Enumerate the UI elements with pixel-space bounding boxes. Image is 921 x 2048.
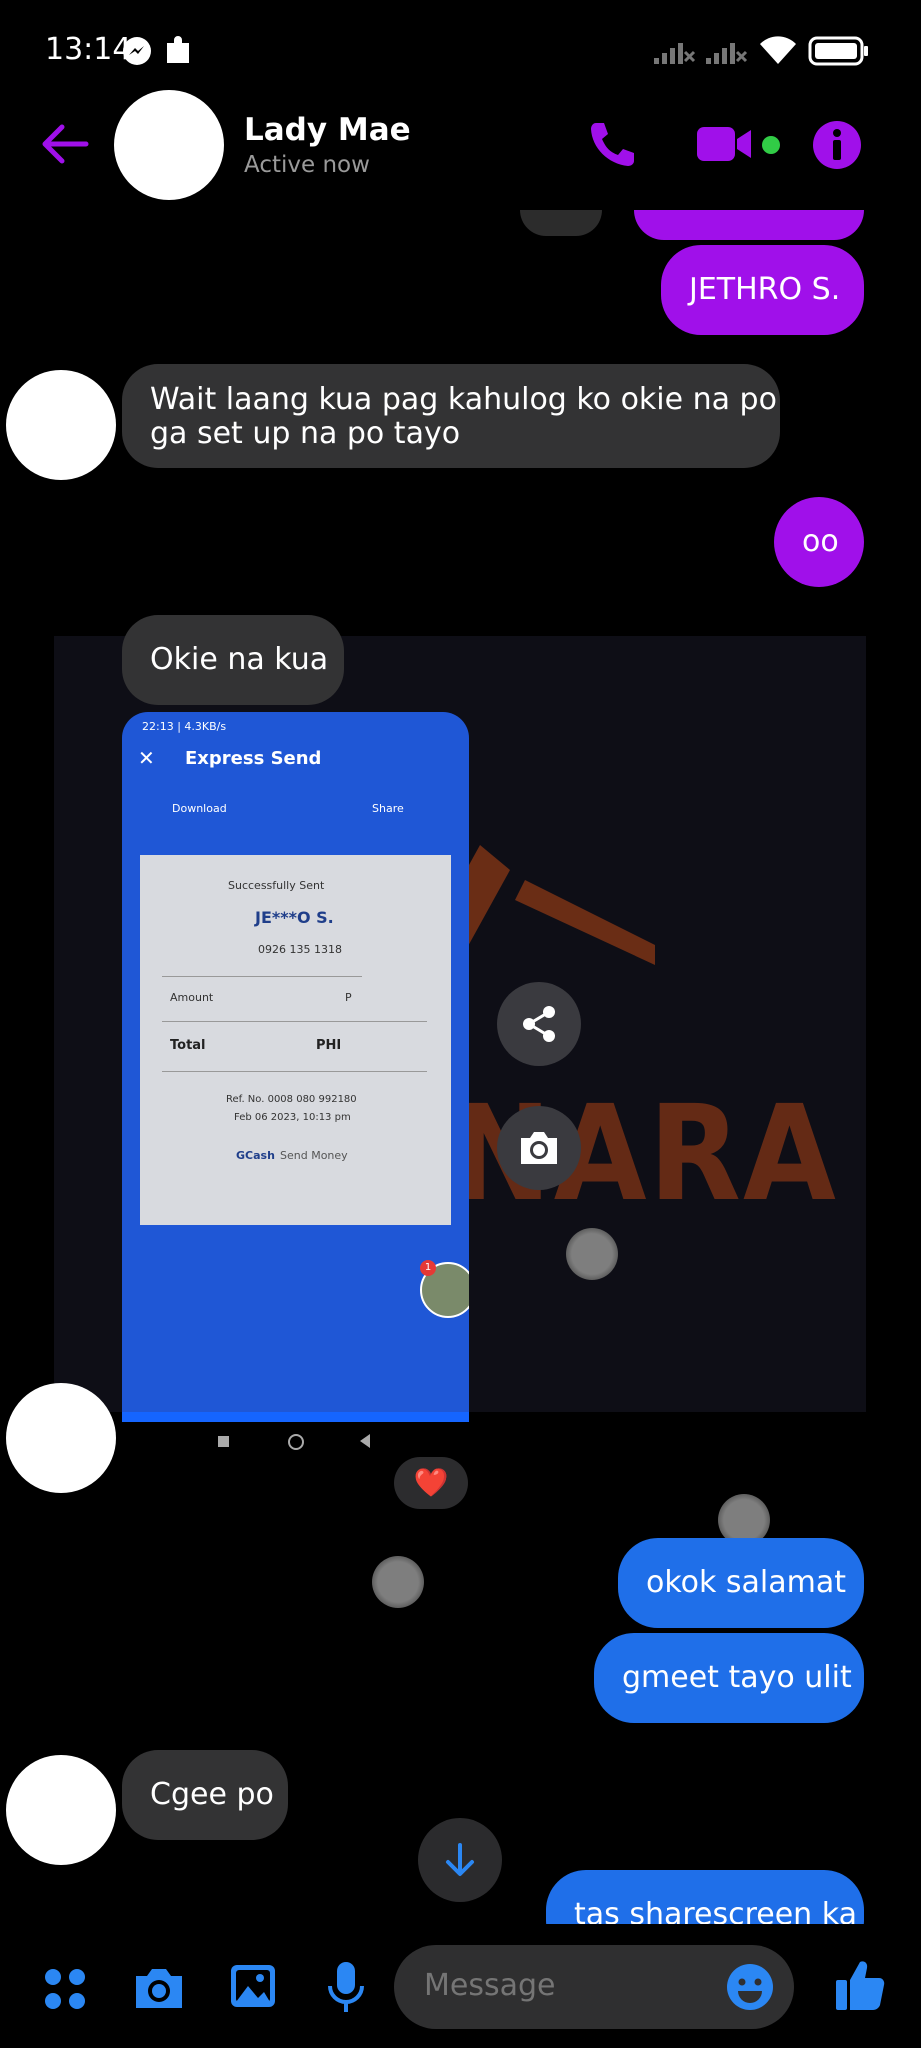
back-arrow-icon[interactable] bbox=[40, 122, 90, 166]
like-icon[interactable] bbox=[834, 1958, 886, 2012]
message-bubble-sent-oo[interactable]: oo bbox=[774, 497, 864, 587]
info-icon[interactable] bbox=[812, 120, 862, 170]
success-text: Successfully Sent bbox=[228, 879, 325, 892]
message-bubble-partial[interactable] bbox=[634, 210, 864, 240]
messenger-icon bbox=[123, 37, 151, 65]
transaction-date: Feb 06 2023, 10:13 pm bbox=[234, 1112, 351, 1123]
seen-avatar-partial bbox=[520, 210, 602, 236]
message-bubble-received-okie[interactable]: Okie na kua bbox=[122, 615, 344, 705]
message-bubble-sent-partial-clip: tas sharescreen ka bbox=[546, 1870, 864, 1924]
phone-status-text: 22:13 | 4.3KB/s bbox=[142, 720, 227, 733]
signal-1-icon bbox=[654, 43, 696, 64]
message-bubble-sent-partial[interactable]: tas sharescreen ka bbox=[546, 1870, 864, 1924]
recipient-phone: 0926 135 1318 bbox=[258, 943, 342, 956]
message-bubble-received-cgee[interactable]: Cgee po bbox=[122, 1750, 288, 1840]
status-time: 13:14 bbox=[45, 32, 132, 67]
share-label: Share bbox=[372, 802, 404, 815]
receipt-divider bbox=[162, 976, 362, 977]
send-money-text: Send Money bbox=[280, 1149, 348, 1162]
message-bubble-sent-gmeet[interactable]: gmeet tayo ulit bbox=[594, 1633, 864, 1723]
reaction-heart[interactable]: ❤️ bbox=[394, 1457, 468, 1509]
sender-avatar[interactable] bbox=[6, 1755, 116, 1865]
camera-icon[interactable] bbox=[132, 1964, 186, 2012]
touch-indicator bbox=[566, 1228, 618, 1280]
sender-avatar[interactable] bbox=[6, 1383, 116, 1493]
message-text: tas sharescreen ka bbox=[574, 1897, 857, 1925]
message-text: oo bbox=[802, 524, 839, 559]
message-text: okok salamat bbox=[646, 1565, 847, 1600]
scroll-to-bottom-button[interactable] bbox=[418, 1818, 502, 1902]
download-label: Download bbox=[172, 802, 227, 815]
receipt-card: Successfully Sent JE***O S. 0926 135 131… bbox=[140, 855, 451, 1225]
puzzle-icon bbox=[167, 36, 189, 63]
apps-menu-icon[interactable] bbox=[42, 1966, 88, 2012]
back-nav-icon bbox=[360, 1434, 370, 1448]
notification-badge: 1 bbox=[420, 1260, 436, 1276]
camera-icon bbox=[521, 1132, 557, 1164]
touch-indicator bbox=[372, 1556, 424, 1608]
message-bubble-sent-okok[interactable]: okok salamat bbox=[618, 1538, 864, 1628]
arrow-down-icon bbox=[446, 1843, 474, 1876]
total-value: PHI bbox=[316, 1038, 342, 1053]
ref-number: Ref. No. 0008 080 992180 bbox=[226, 1094, 357, 1105]
total-label: Total bbox=[170, 1038, 206, 1053]
battery-icon bbox=[808, 36, 868, 66]
receipt-divider bbox=[162, 1021, 427, 1022]
message-text-line-1: Wait laang kua pag kahulog ko okie na po bbox=[150, 382, 777, 417]
signal-2-icon bbox=[706, 43, 748, 64]
message-text-line-2: ga set up na po tayo bbox=[150, 416, 461, 451]
receipt-divider bbox=[162, 1071, 427, 1072]
close-icon: ✕ bbox=[138, 746, 155, 770]
online-indicator bbox=[762, 136, 780, 154]
recipient-name: JE***O S. bbox=[255, 908, 334, 927]
phone-call-icon[interactable] bbox=[586, 118, 638, 170]
message-text: JETHRO S. bbox=[689, 272, 841, 307]
presence-status: Active now bbox=[244, 152, 370, 178]
message-text: gmeet tayo ulit bbox=[622, 1660, 852, 1695]
share-icon bbox=[523, 1006, 555, 1042]
message-text: Okie na kua bbox=[150, 642, 329, 677]
heart-emoji: ❤️ bbox=[413, 1466, 449, 1499]
amount-label: Amount bbox=[170, 991, 214, 1004]
message-input[interactable] bbox=[422, 1967, 706, 2004]
contact-name[interactable]: Lady Mae bbox=[244, 112, 411, 148]
receipt-image[interactable]: 22:13 | 4.3KB/s ✕ Express Send Download … bbox=[122, 712, 469, 1422]
camera-capture-button[interactable] bbox=[497, 1106, 581, 1190]
gcash-brand: GCash bbox=[236, 1149, 275, 1162]
message-text: Cgee po bbox=[150, 1777, 274, 1812]
wifi-icon bbox=[760, 36, 796, 64]
microphone-icon[interactable] bbox=[326, 1960, 366, 2014]
recent-apps-icon bbox=[218, 1436, 229, 1447]
contact-avatar[interactable] bbox=[114, 90, 224, 200]
receipt-bottom-bar bbox=[122, 1412, 469, 1422]
message-bubble-received[interactable]: Wait laang kua pag kahulog ko okie na po… bbox=[122, 364, 780, 468]
message-composer[interactable] bbox=[394, 1945, 794, 2029]
receipt-title: Express Send bbox=[185, 748, 322, 769]
video-call-icon[interactable] bbox=[695, 124, 755, 164]
gallery-icon[interactable] bbox=[228, 1962, 278, 2010]
share-button[interactable] bbox=[497, 982, 581, 1066]
home-icon bbox=[288, 1434, 304, 1450]
sender-avatar[interactable] bbox=[6, 370, 116, 480]
amount-value: P bbox=[345, 991, 352, 1004]
message-bubble-sent-name[interactable]: JETHRO S. bbox=[661, 245, 864, 335]
emoji-icon[interactable] bbox=[726, 1963, 774, 2011]
